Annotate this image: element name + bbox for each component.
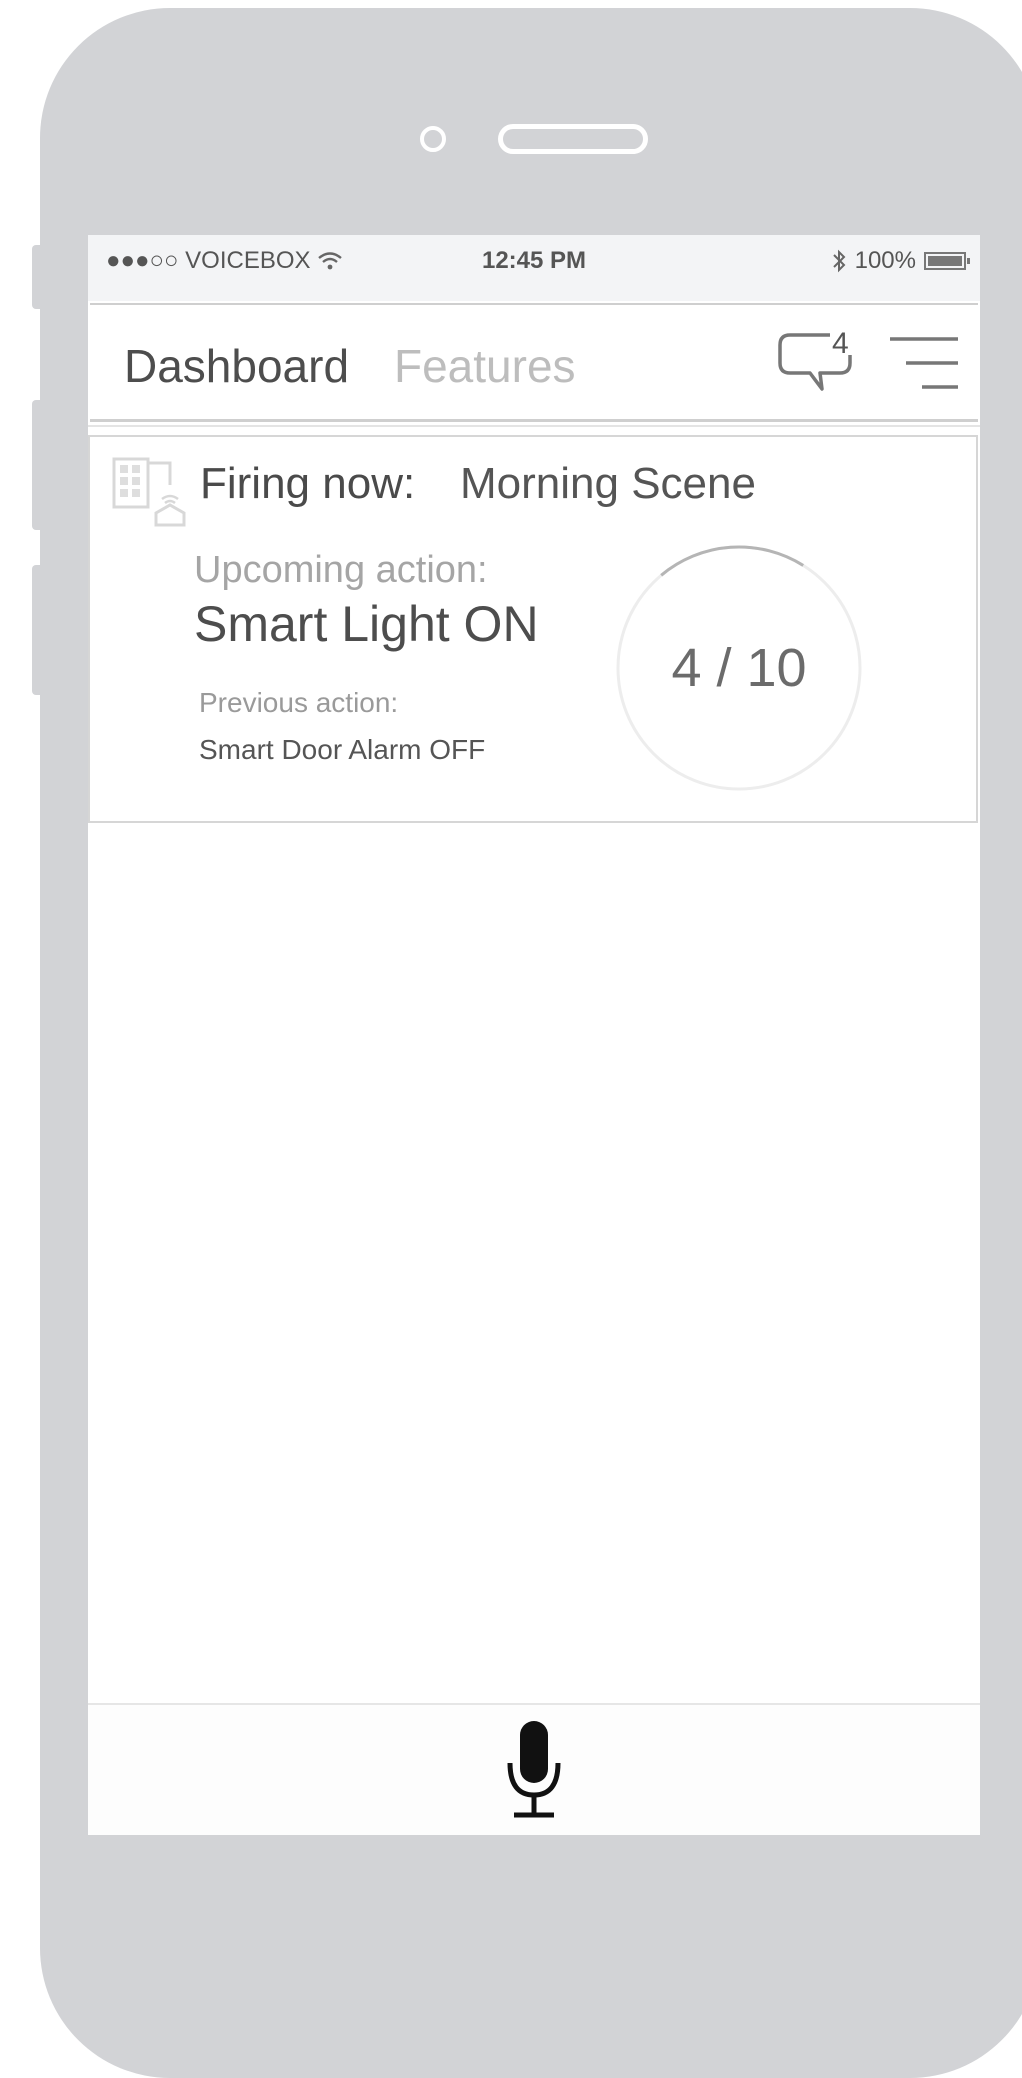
smart-home-icon xyxy=(112,457,186,527)
divider xyxy=(88,425,980,427)
side-button-volume-up xyxy=(32,400,46,530)
scene-name: Morning Scene xyxy=(460,459,756,508)
camera xyxy=(420,126,446,152)
previous-action-value: Smart Door Alarm OFF xyxy=(199,734,486,765)
scene-card[interactable]: Firing now: Morning Scene Upcoming actio… xyxy=(88,435,978,823)
upcoming-action-label: Upcoming action: xyxy=(194,549,488,591)
messages-icon[interactable]: 4 xyxy=(776,325,858,399)
firing-now-label: Firing now: xyxy=(200,459,416,508)
bluetooth-icon xyxy=(832,249,846,273)
side-button-mute xyxy=(32,245,46,309)
tab-dashboard[interactable]: Dashboard xyxy=(124,339,349,393)
menu-icon[interactable] xyxy=(888,333,960,393)
upcoming-action-value: Smart Light ON xyxy=(194,596,539,652)
microphone-icon[interactable] xyxy=(504,1717,564,1821)
battery-icon xyxy=(924,252,970,270)
speaker xyxy=(498,124,648,154)
voice-input-bar xyxy=(88,1703,980,1835)
status-right: 100% xyxy=(831,247,970,275)
app-header: Dashboard Features 4 xyxy=(90,303,978,422)
message-count-badge: 4 xyxy=(832,327,849,360)
status-bar: ●●●○○ VOICEBOX 12:45 PM 100% xyxy=(88,235,980,301)
side-button-volume-down xyxy=(32,565,46,695)
screen: ●●●○○ VOICEBOX 12:45 PM 100% Dashboard F… xyxy=(88,235,980,1835)
tab-features[interactable]: Features xyxy=(394,339,576,393)
progress-counter: 4 / 10 xyxy=(671,638,807,698)
battery-percent: 100% xyxy=(854,247,916,274)
previous-action-label: Previous action: xyxy=(199,687,399,718)
